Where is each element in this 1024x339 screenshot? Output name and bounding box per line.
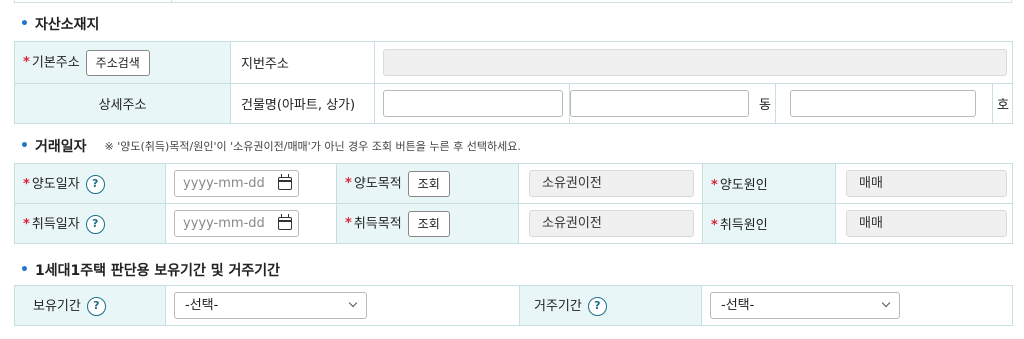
bullet-icon: • xyxy=(20,16,29,32)
help-icon[interactable]: ? xyxy=(85,215,105,234)
residence-period-select[interactable]: -선택- xyxy=(710,292,900,319)
transfer-date-input[interactable]: yyyy-mm-dd xyxy=(174,170,299,197)
acquire-purpose-label-cell: * 취득목적 조회 xyxy=(336,203,519,244)
holding-period-select[interactable]: -선택- xyxy=(174,292,367,319)
transfer-date-label: 양도일자 xyxy=(31,177,80,192)
date-placeholder: yyyy-mm-dd xyxy=(183,176,265,191)
date-placeholder: yyyy-mm-dd xyxy=(183,216,265,231)
required-icon: * xyxy=(23,217,30,232)
base-address-label-cell: * 기본주소 주소검색 xyxy=(14,41,231,84)
required-icon: * xyxy=(23,55,30,70)
dong-label: 동 xyxy=(759,98,771,113)
calendar-icon[interactable] xyxy=(278,174,292,190)
transfer-purpose-label: 양도목적 xyxy=(353,176,402,191)
transfer-cause-label: 양도원인 xyxy=(719,178,768,193)
bullet-icon: • xyxy=(20,138,29,154)
acquire-cause-label-cell: * 취득원인 xyxy=(702,203,836,244)
acquire-purpose-value: 소유권이전 xyxy=(529,210,694,237)
help-icon[interactable]: ? xyxy=(85,175,105,194)
residence-period-label-cell: 거주기간? xyxy=(519,285,702,326)
bullet-icon: • xyxy=(20,262,29,278)
lot-address-input xyxy=(383,49,1007,76)
chevron-down-icon xyxy=(881,298,891,308)
holding-period-label: 보유기간 xyxy=(33,299,81,314)
acquire-lookup-button[interactable]: 조회 xyxy=(407,210,450,237)
transfer-lookup-button[interactable]: 조회 xyxy=(407,170,450,197)
section-title-trade-text: 거래일자 xyxy=(34,139,87,155)
required-icon: * xyxy=(711,218,718,233)
trade-note: ※ '양도(취득)목적/원인'이 '소유권이전/매매'가 아닌 경우 조회 버튼… xyxy=(104,140,521,153)
holding-period-label-cell: 보유기간? xyxy=(14,285,166,326)
transfer-purpose-value: 소유권이전 xyxy=(529,170,694,197)
acquire-cause-label: 취득원인 xyxy=(719,218,768,233)
chevron-down-icon xyxy=(348,298,358,308)
required-icon: * xyxy=(711,178,718,193)
holding-table: 보유기간? -선택- 거주기간? -선택- xyxy=(14,285,1013,326)
required-icon: * xyxy=(345,176,352,191)
acquire-cause-value: 매매 xyxy=(846,210,1007,237)
detail-address-label: 상세주소 xyxy=(14,83,231,124)
acquire-date-label-cell: * 취득일자? xyxy=(14,203,166,244)
address-search-button[interactable]: 주소검색 xyxy=(85,49,150,76)
building-label: 건물명(아파트, 상가) xyxy=(230,83,375,124)
calendar-icon[interactable] xyxy=(278,214,292,230)
acquire-date-input[interactable]: yyyy-mm-dd xyxy=(174,210,299,237)
required-icon: * xyxy=(23,177,30,192)
transfer-date-label-cell: * 양도일자? xyxy=(14,163,166,204)
residence-period-label: 거주기간 xyxy=(534,299,582,314)
base-address-label: 기본주소 xyxy=(31,55,80,70)
lot-address-label: 지번주소 xyxy=(230,41,375,84)
required-icon: * xyxy=(345,216,352,231)
ho-label: 호 xyxy=(992,83,1013,124)
building-name-input[interactable] xyxy=(383,90,563,117)
ho-input[interactable] xyxy=(790,90,976,117)
section-title-asset: • 자산소재지 xyxy=(20,14,99,34)
section-title-trade: • 거래일자 ※ '양도(취득)목적/원인'이 '소유권이전/매매'가 아닌 경… xyxy=(20,136,521,156)
help-icon[interactable]: ? xyxy=(86,297,106,316)
transfer-cause-value: 매매 xyxy=(846,170,1007,197)
select-value: -선택- xyxy=(721,298,755,313)
transfer-purpose-label-cell: * 양도목적 조회 xyxy=(336,163,519,204)
acquire-purpose-label: 취득목적 xyxy=(353,216,402,231)
previous-section-frame xyxy=(14,0,1012,3)
trade-table: * 양도일자? yyyy-mm-dd * 양도목적 조회 소유권이전 * 양도원인 매매… xyxy=(14,163,1013,244)
section-title-holding-text: 1세대1주택 판단용 보유기간 및 거주기간 xyxy=(34,263,281,279)
acquire-date-label: 취득일자 xyxy=(31,217,80,232)
select-value: -선택- xyxy=(185,298,219,313)
asset-table: * 기본주소 주소검색 지번주소 상세주소 건물명(아파트, 상가) 동 호 xyxy=(14,41,1013,124)
section-title-holding: • 1세대1주택 판단용 보유기간 및 거주기간 xyxy=(20,260,280,280)
dong-input[interactable] xyxy=(570,90,750,117)
section-title-asset-text: 자산소재지 xyxy=(34,17,100,33)
help-icon[interactable]: ? xyxy=(587,297,607,316)
transfer-cause-label-cell: * 양도원인 xyxy=(702,163,836,204)
